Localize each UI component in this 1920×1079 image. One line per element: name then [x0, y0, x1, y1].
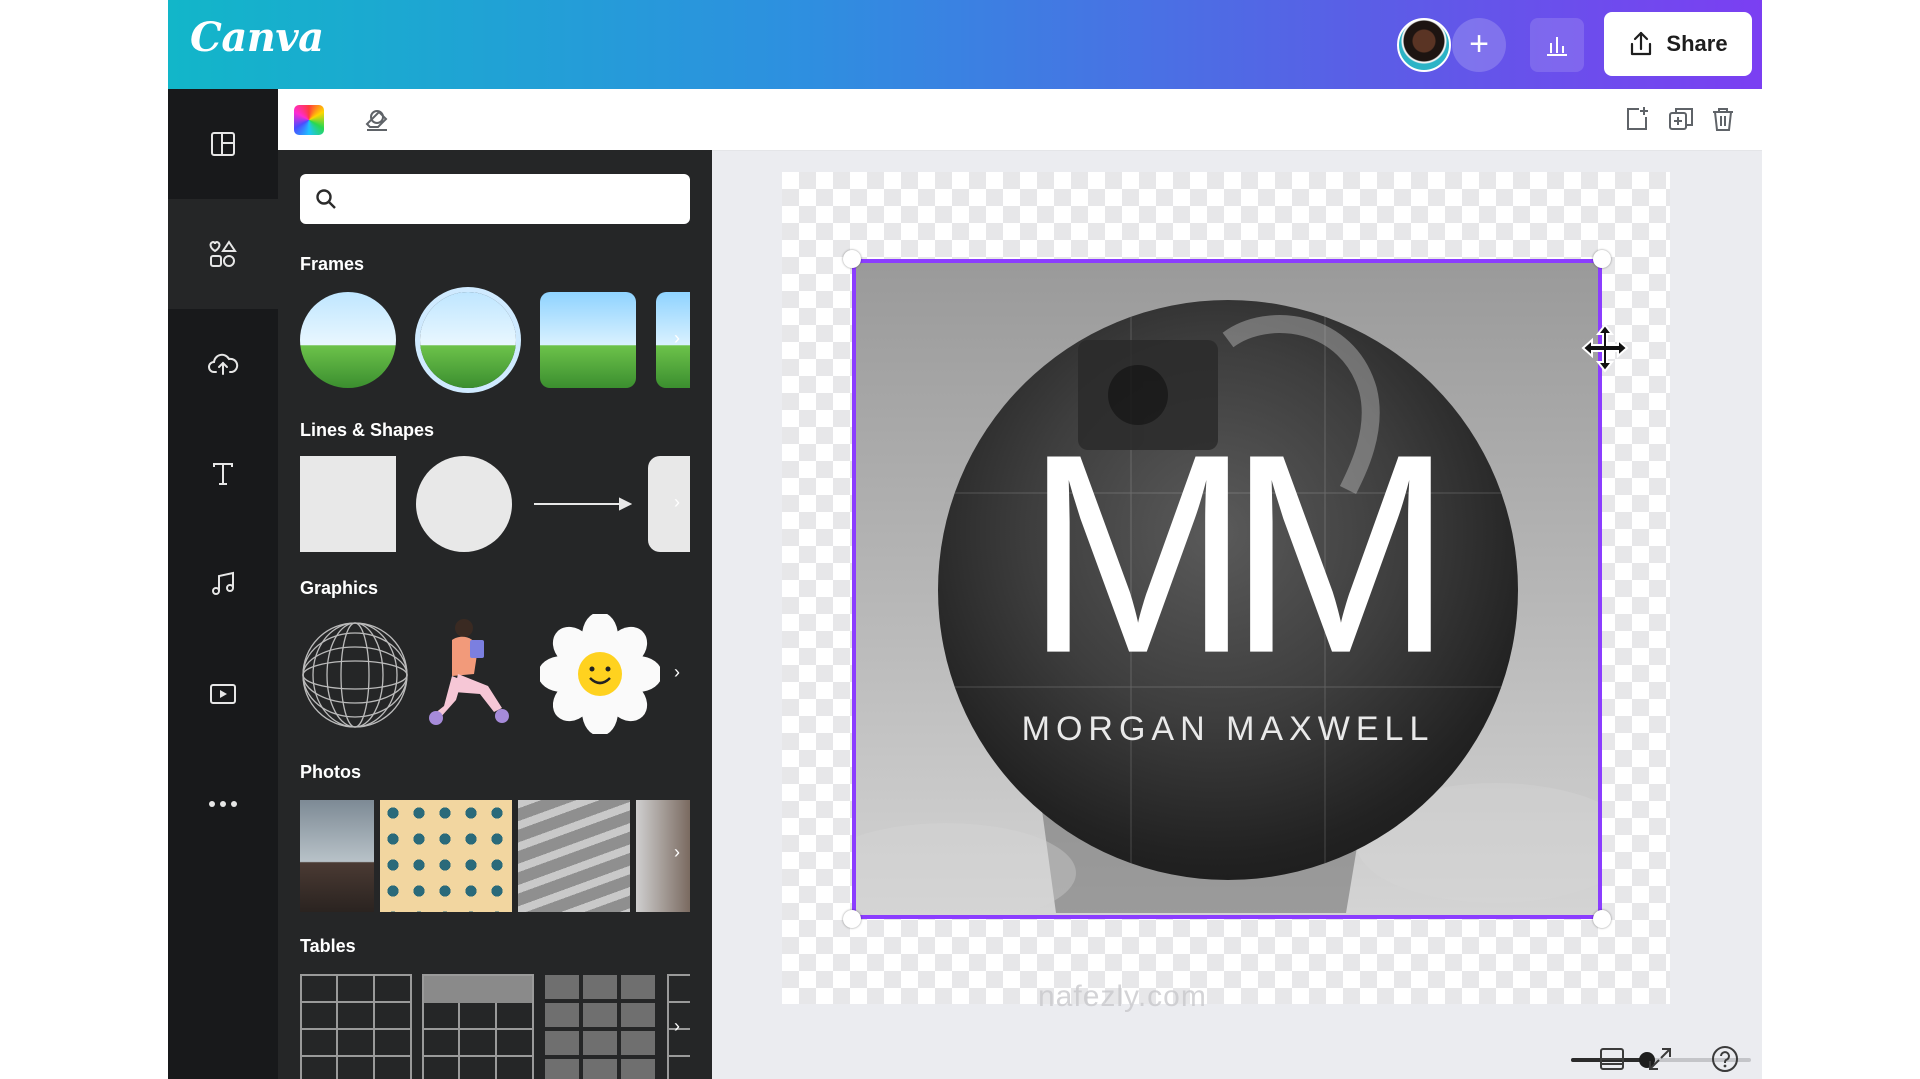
search-field[interactable] [300, 174, 690, 224]
photo-people-thumbnail[interactable] [300, 800, 374, 912]
frame-more-thumbnail[interactable] [656, 292, 690, 388]
eraser-icon[interactable] [362, 105, 392, 135]
resize-handle-top-right[interactable] [1593, 250, 1611, 268]
resize-handle-top-left[interactable] [843, 250, 861, 268]
photo-crosswalk-thumbnail[interactable] [518, 800, 630, 912]
color-picker-icon[interactable] [294, 105, 324, 135]
sidebar-rail [168, 89, 278, 1079]
section-title-shapes: Lines & Shapes [300, 420, 435, 440]
help-icon[interactable] [1710, 1044, 1740, 1074]
frame-circle-thumbnail[interactable] [300, 292, 396, 388]
brand-name-text: MORGAN MAXWELL [1021, 710, 1435, 748]
rounded-shape-thumbnail[interactable] [648, 456, 690, 552]
wireframe-sphere-graphic[interactable] [300, 620, 410, 730]
top-bar: Canva + Share [168, 0, 1762, 89]
grid-view-icon[interactable] [1597, 1044, 1627, 1074]
person-reading-graphic[interactable] [422, 614, 532, 734]
bar-chart-icon [1547, 37, 1567, 56]
fullscreen-icon[interactable] [1645, 1044, 1675, 1074]
photo-pattern-thumbnail[interactable] [380, 800, 512, 912]
monogram-text: MM [1025, 396, 1453, 713]
shapes-next-icon[interactable]: › [674, 492, 680, 513]
table-filled-thumbnail[interactable] [544, 974, 656, 1079]
frames-next-icon[interactable]: › [674, 328, 680, 349]
insights-button[interactable] [1530, 18, 1584, 72]
section-title-tables: Tables [300, 936, 356, 956]
resize-handle-bottom-right[interactable] [1593, 910, 1611, 928]
sidebar-item-uploads[interactable] [168, 309, 278, 419]
circle-shape-thumbnail[interactable] [416, 456, 512, 552]
selected-image-element[interactable]: MM MORGAN MAXWELL [852, 259, 1602, 919]
text-icon [213, 463, 233, 485]
daisy-smiley-graphic[interactable] [540, 614, 660, 734]
photo-more-thumbnail[interactable] [636, 800, 690, 912]
sidebar-item-elements[interactable] [168, 199, 278, 309]
user-avatar[interactable] [1397, 18, 1451, 72]
editor-toolbar [278, 89, 1762, 151]
frame-square-thumbnail[interactable] [540, 292, 636, 388]
add-page-icon[interactable] [1623, 105, 1651, 133]
section-title-frames: Frames [300, 254, 365, 274]
square-shape-thumbnail[interactable] [300, 456, 396, 552]
sidebar-item-more[interactable] [168, 749, 278, 859]
duplicate-page-icon[interactable] [1667, 105, 1695, 133]
sidebar-item-text[interactable] [168, 419, 278, 529]
resize-handle-bottom-left[interactable] [843, 910, 861, 928]
section-title-photos: Photos [300, 762, 361, 782]
table-grid-thumbnail[interactable] [300, 974, 412, 1079]
video-icon [210, 684, 236, 704]
sidebar-item-video[interactable] [168, 639, 278, 749]
uploads-icon [208, 353, 239, 375]
add-collaborator-button[interactable]: + [1452, 18, 1506, 72]
section-title-graphics: Graphics [300, 578, 379, 598]
share-label: Share [1666, 31, 1728, 56]
arrow-line-thumbnail[interactable] [532, 496, 632, 512]
sidebar-item-audio[interactable] [168, 529, 278, 639]
search-icon [316, 189, 336, 209]
logo-circle: MM MORGAN MAXWELL [938, 300, 1518, 880]
canva-logo[interactable]: Canva [190, 14, 324, 61]
tables-next-icon[interactable]: › [674, 1016, 680, 1037]
table-header-thumbnail[interactable] [422, 974, 534, 1079]
search-input[interactable] [344, 174, 678, 224]
trash-icon[interactable] [1709, 105, 1737, 133]
more-icon [209, 801, 237, 807]
sidebar-item-templates[interactable] [168, 89, 278, 199]
templates-icon [211, 132, 235, 156]
move-cursor-icon [1581, 323, 1629, 373]
upload-icon [1631, 31, 1652, 56]
frame-badge-thumbnail[interactable] [420, 292, 516, 388]
elements-icon [209, 240, 237, 267]
watermark-text: nafezly.com [1038, 980, 1207, 1013]
share-button[interactable]: Share [1604, 12, 1752, 76]
canva-editor: Canva + Share Frames › Lines & Shapes › … [168, 0, 1762, 1079]
music-note-icon [212, 571, 234, 595]
photos-next-icon[interactable]: › [674, 842, 680, 863]
elements-panel: Frames › Lines & Shapes › Graphics › Pho… [278, 150, 712, 1079]
graphics-next-icon[interactable]: › [674, 662, 680, 683]
